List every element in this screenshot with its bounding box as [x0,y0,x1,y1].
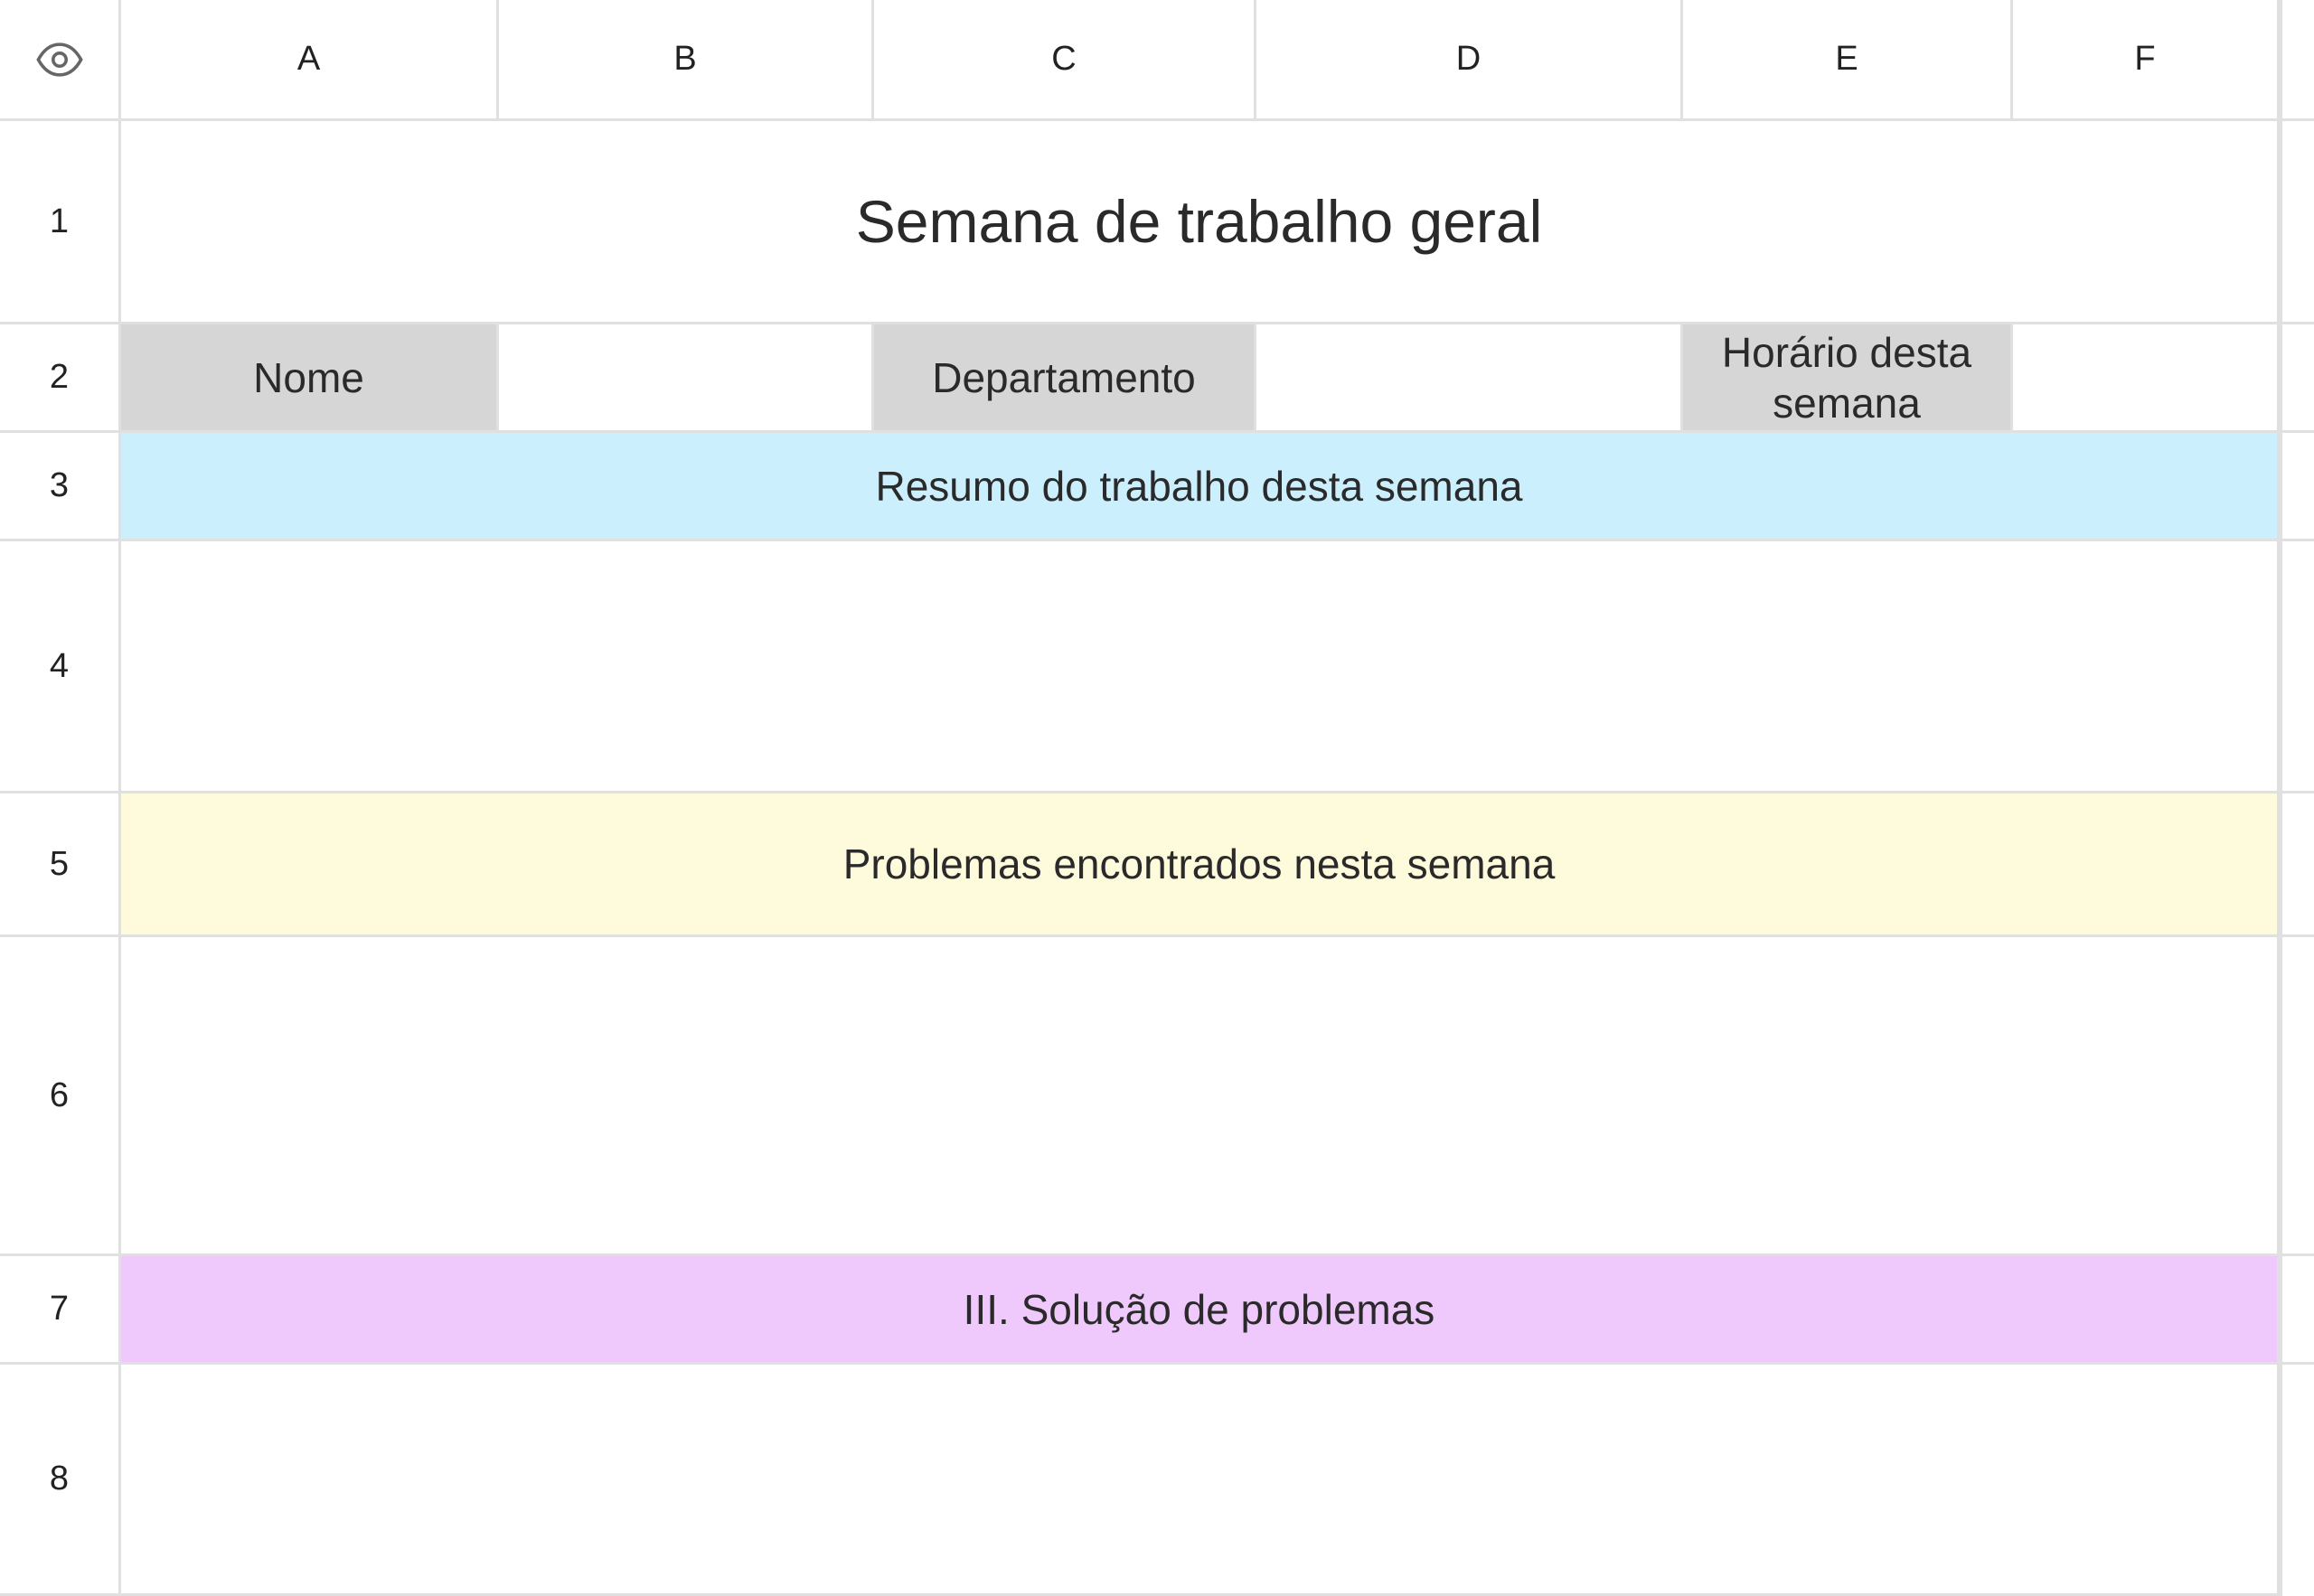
eye-icon[interactable] [35,35,84,84]
column-header-b[interactable]: B [499,0,874,121]
horario-label-cell[interactable]: Horário desta semana [1683,324,2013,433]
row-header-6[interactable]: 6 [0,937,121,1256]
spreadsheet: A B C D E F 1 2 3 4 5 6 7 8 Semana de tr… [0,0,2314,1596]
problemas-body-cell[interactable] [121,937,2280,1256]
column-header-a[interactable]: A [121,0,499,121]
grid-line [2280,1362,2314,1365]
grid-line [2280,791,2314,793]
nome-value-cell[interactable] [499,324,874,433]
row-header-2[interactable]: 2 [0,324,121,433]
departamento-value-cell[interactable] [1256,324,1683,433]
row-header-5[interactable]: 5 [0,793,121,937]
grid-line [2280,934,2314,937]
resumo-body-cell[interactable] [121,541,2280,793]
resumo-section-header[interactable]: Resumo do trabalho desta semana [121,433,2280,541]
horario-value-cell[interactable] [2013,324,2280,433]
sheet-title-cell[interactable]: Semana de trabalho geral [121,121,2280,324]
row-header-8[interactable]: 8 [0,1365,121,1596]
solucao-body-cell[interactable] [121,1365,2280,1596]
grid-line [2280,539,2314,541]
row-header-7[interactable]: 7 [0,1256,121,1365]
nome-label-cell[interactable]: Nome [121,324,499,433]
column-header-e[interactable]: E [1683,0,2013,121]
row-header-4[interactable]: 4 [0,541,121,793]
grid-line [2280,118,2314,121]
next-column-edge [2280,0,2314,1596]
column-header-d[interactable]: D [1256,0,1683,121]
column-header-f[interactable]: F [2013,0,2280,121]
departamento-label-cell[interactable]: Departamento [874,324,1256,433]
select-all-corner[interactable] [0,0,121,121]
row-header-3[interactable]: 3 [0,433,121,541]
column-header-c[interactable]: C [874,0,1256,121]
solucao-section-header[interactable]: III. Solução de problemas [121,1256,2280,1365]
problemas-section-header[interactable]: Problemas encontrados nesta semana [121,793,2280,937]
row-header-1[interactable]: 1 [0,121,121,324]
grid-line [2280,430,2314,433]
grid-line [2280,1253,2314,1256]
grid-line [2280,322,2314,324]
